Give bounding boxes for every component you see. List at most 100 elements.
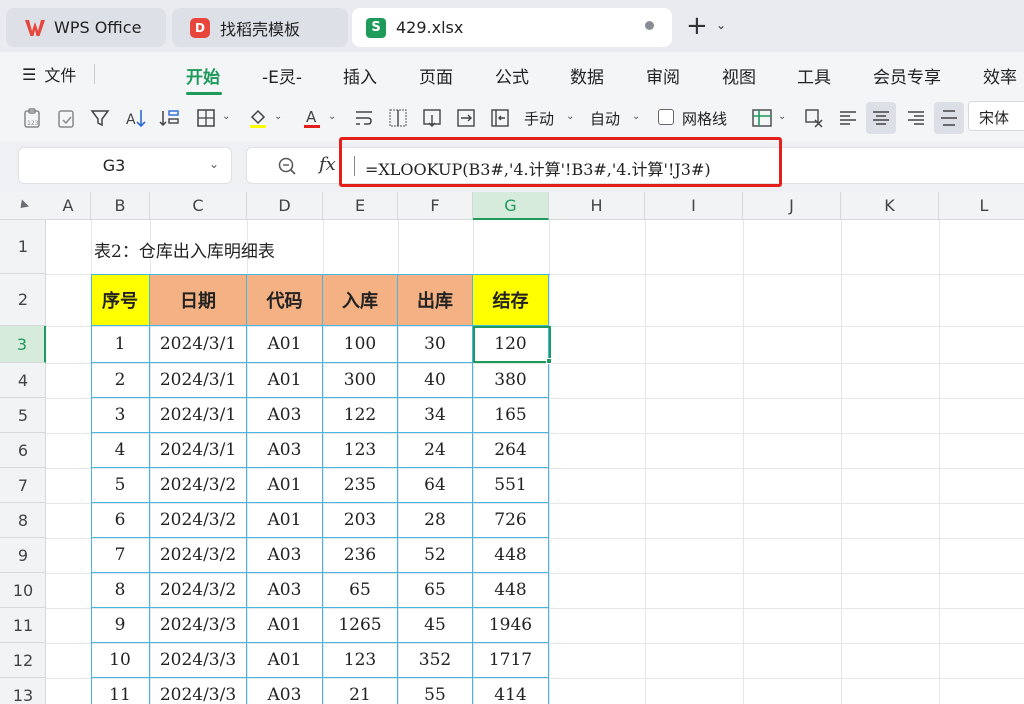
table-cell-seq[interactable]: 2	[91, 363, 150, 398]
paste-values-icon[interactable]: 123	[20, 106, 44, 130]
table-cell-date[interactable]: 2024/3/3	[150, 678, 247, 704]
name-box-chevron-icon[interactable]: ⌄	[209, 157, 219, 171]
menu-item-data[interactable]: 数据	[570, 63, 604, 88]
table-cell-code[interactable]: A01	[247, 643, 323, 678]
menu-item-member[interactable]: 会员专享	[873, 63, 941, 88]
table-cell-code[interactable]: A03	[247, 398, 323, 433]
table-cell-inbound[interactable]: 65	[323, 573, 398, 608]
table-cell-code[interactable]: A01	[247, 468, 323, 503]
tab-template[interactable]: D 找稻壳模板	[172, 8, 348, 47]
manual-calc-label[interactable]: 手动	[524, 108, 554, 129]
table-cell-balance[interactable]: 165	[473, 398, 549, 433]
table-cell-inbound[interactable]: 235	[323, 468, 398, 503]
table-cell-seq[interactable]: 7	[91, 538, 150, 573]
table-cell-date[interactable]: 2024/3/1	[150, 326, 247, 363]
table-cell-outbound[interactable]: 34	[398, 398, 473, 433]
table-cell-balance[interactable]: 448	[473, 573, 549, 608]
file-menu[interactable]: ☰ 文件	[22, 62, 76, 86]
table-cell-inbound[interactable]: 236	[323, 538, 398, 573]
table-cell-balance[interactable]: 448	[473, 538, 549, 573]
freeze-panes-icon[interactable]	[488, 106, 512, 130]
table-cell-seq[interactable]: 10	[91, 643, 150, 678]
sort-custom-icon[interactable]	[158, 106, 182, 130]
tab-file[interactable]: S 429.xlsx	[352, 8, 672, 47]
table-cell-seq[interactable]: 1	[91, 326, 150, 363]
table-cell-code[interactable]: A01	[247, 363, 323, 398]
manual-calc-chevron-icon[interactable]: ⌄	[566, 111, 574, 122]
table-cell-date[interactable]: 2024/3/2	[150, 503, 247, 538]
table-cell-date[interactable]: 2024/3/1	[150, 433, 247, 468]
table-style-icon[interactable]	[750, 106, 774, 130]
zoom-search-icon[interactable]	[277, 156, 297, 176]
menu-item-tools[interactable]: 工具	[797, 63, 831, 88]
font-color-icon[interactable]: A	[300, 106, 324, 130]
merge-cells-icon[interactable]	[454, 106, 478, 130]
menu-item-insert[interactable]: 插入	[343, 63, 377, 88]
table-cell-seq[interactable]: 6	[91, 503, 150, 538]
table-header-inbound[interactable]: 入库	[323, 274, 398, 326]
table-cell-outbound[interactable]: 30	[398, 326, 473, 363]
table-cell-balance[interactable]: 380	[473, 363, 549, 398]
table-style-chevron-icon[interactable]: ⌄	[778, 111, 786, 122]
table-cell-code[interactable]: A03	[247, 573, 323, 608]
table-cell-outbound[interactable]: 55	[398, 678, 473, 704]
table-cell-inbound[interactable]: 21	[323, 678, 398, 704]
sort-ascending-icon[interactable]: A	[124, 106, 148, 130]
font-color-chevron-icon[interactable]: ⌄	[328, 111, 336, 122]
filter-icon[interactable]	[88, 106, 112, 130]
active-cell-outline[interactable]	[473, 326, 551, 363]
menu-item-page[interactable]: 页面	[419, 63, 453, 88]
align-right-icon[interactable]	[904, 106, 928, 130]
table-cell-seq[interactable]: 9	[91, 608, 150, 643]
tab-dropdown-chevron-icon[interactable]: ⌄	[716, 18, 726, 32]
table-cell-code[interactable]: A01	[247, 608, 323, 643]
table-cell-code[interactable]: A03	[247, 433, 323, 468]
auto-calc-chevron-icon[interactable]: ⌄	[632, 111, 640, 122]
table-cell-outbound[interactable]: 65	[398, 573, 473, 608]
table-cell-inbound[interactable]: 122	[323, 398, 398, 433]
table-cell-date[interactable]: 2024/3/2	[150, 468, 247, 503]
table-cell-date[interactable]: 2024/3/3	[150, 643, 247, 678]
table-cell-date[interactable]: 2024/3/1	[150, 398, 247, 433]
table-cell-code[interactable]: A01	[247, 326, 323, 363]
table-cell-inbound[interactable]: 1265	[323, 608, 398, 643]
sheet-title-cell[interactable]: 表2：仓库出入库明细表	[94, 237, 275, 262]
table-cell-date[interactable]: 2024/3/2	[150, 573, 247, 608]
menu-item-view[interactable]: 视图	[722, 63, 756, 88]
align-middle-icon[interactable]	[937, 106, 961, 130]
table-cell-balance[interactable]: 1717	[473, 643, 549, 678]
align-left-icon[interactable]	[836, 106, 860, 130]
fill-handle[interactable]	[546, 358, 552, 364]
fill-color-chevron-icon[interactable]: ⌄	[274, 111, 282, 122]
name-box[interactable]: G3 ⌄	[18, 147, 232, 184]
table-cell-inbound[interactable]: 300	[323, 363, 398, 398]
table-cell-inbound[interactable]: 203	[323, 503, 398, 538]
table-header-seq[interactable]: 序号	[91, 274, 150, 326]
table-cell-code[interactable]: A03	[247, 678, 323, 704]
table-cell-seq[interactable]: 3	[91, 398, 150, 433]
align-center-icon[interactable]	[869, 106, 893, 130]
gridlines-checkbox[interactable]	[658, 109, 674, 125]
menu-item-home[interactable]: 开始	[186, 63, 220, 88]
paste-format-icon[interactable]	[54, 106, 78, 130]
table-cell-inbound[interactable]: 123	[323, 433, 398, 468]
new-tab-plus-icon[interactable]: +	[686, 12, 708, 40]
fill-color-icon[interactable]	[246, 106, 270, 130]
table-cell-seq[interactable]: 11	[91, 678, 150, 704]
menu-item-formula[interactable]: 公式	[495, 63, 529, 88]
table-header-balance[interactable]: 结存	[473, 274, 549, 326]
table-cell-outbound[interactable]: 28	[398, 503, 473, 538]
menu-item-efficiency[interactable]: 效率	[983, 63, 1017, 88]
borders-chevron-icon[interactable]: ⌄	[222, 111, 230, 122]
table-cell-date[interactable]: 2024/3/3	[150, 608, 247, 643]
menu-item-review[interactable]: 审阅	[646, 63, 680, 88]
fx-icon[interactable]: fx	[319, 154, 336, 175]
table-cell-date[interactable]: 2024/3/1	[150, 363, 247, 398]
table-cell-balance[interactable]: 1946	[473, 608, 549, 643]
table-cell-outbound[interactable]: 40	[398, 363, 473, 398]
table-cell-outbound[interactable]: 45	[398, 608, 473, 643]
split-cells-icon[interactable]	[386, 106, 410, 130]
table-header-code[interactable]: 代码	[247, 274, 323, 326]
table-cell-outbound[interactable]: 352	[398, 643, 473, 678]
borders-icon[interactable]	[194, 106, 218, 130]
